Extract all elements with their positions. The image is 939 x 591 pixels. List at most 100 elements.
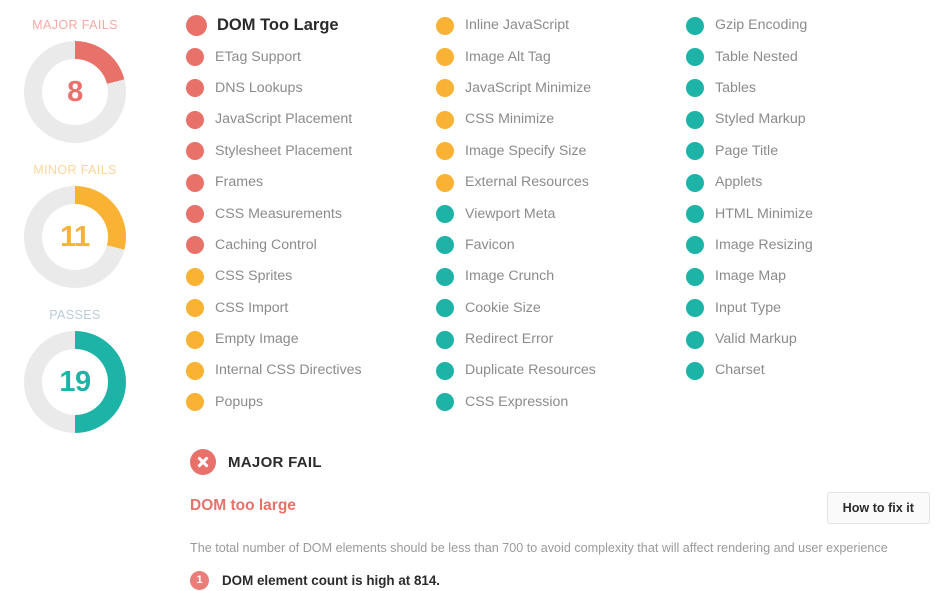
check-item-html-minimize[interactable]: HTML Minimize <box>686 198 939 229</box>
check-item-css-sprites[interactable]: CSS Sprites <box>186 261 436 292</box>
status-dot-yellow-icon <box>186 299 204 318</box>
check-item-label: Page Title <box>715 142 779 159</box>
donut-hole-minor-fails: 11 <box>42 204 108 270</box>
gauge-label-major-fails: MAJOR FAILS <box>32 18 118 32</box>
status-dot-red-icon <box>186 236 204 255</box>
checks-list: DOM Too Large ETag Support DNS Lookups Java… <box>186 10 939 418</box>
check-item-caching-control[interactable]: Caching Control <box>186 230 436 261</box>
check-item-label: Empty Image <box>215 331 299 348</box>
check-item-image-alt-tag[interactable]: Image Alt Tag <box>436 41 686 72</box>
check-item-label: Frames <box>215 174 264 191</box>
check-item-input-type[interactable]: Input Type <box>686 293 939 324</box>
check-item-css-minimize[interactable]: CSS Minimize <box>436 104 686 135</box>
check-item-external-resources[interactable]: External Resources <box>436 167 686 198</box>
status-dot-red-icon <box>186 205 204 224</box>
status-dot-teal-icon <box>686 299 704 318</box>
check-item-label: Duplicate Resources <box>465 362 596 379</box>
check-item-image-specify-size[interactable]: Image Specify Size <box>436 136 686 167</box>
status-dot-teal-icon <box>436 393 454 412</box>
check-item-label: External Resources <box>465 174 589 191</box>
check-item-dns-lookups[interactable]: DNS Lookups <box>186 73 436 104</box>
finding-item: 1 DOM element count is high at 814. <box>190 570 930 590</box>
check-item-label: Valid Markup <box>715 331 797 348</box>
check-item-valid-markup[interactable]: Valid Markup <box>686 324 939 355</box>
check-item-label: Cookie Size <box>465 299 541 316</box>
check-item-tables[interactable]: Tables <box>686 73 939 104</box>
check-item-internal-css-directives[interactable]: Internal CSS Directives <box>186 355 436 386</box>
check-item-label: JavaScript Placement <box>215 111 353 128</box>
check-item-viewport-meta[interactable]: Viewport Meta <box>436 198 686 229</box>
check-item-label: CSS Expression <box>465 393 569 410</box>
status-dot-yellow-icon <box>436 79 454 98</box>
check-item-empty-image[interactable]: Empty Image <box>186 324 436 355</box>
check-item-label: DNS Lookups <box>215 79 303 96</box>
check-item-javascript-minimize[interactable]: JavaScript Minimize <box>436 73 686 104</box>
check-item-label: Styled Markup <box>715 111 806 128</box>
check-item-label: Charset <box>715 362 765 379</box>
donut-value-major-fails: 8 <box>67 75 83 108</box>
check-item-label: CSS Sprites <box>215 268 293 285</box>
status-dot-red-icon <box>186 142 204 161</box>
check-item-cookie-size[interactable]: Cookie Size <box>436 293 686 324</box>
gauge-passes: PASSES 19 <box>0 308 150 433</box>
status-dot-red-icon <box>186 48 204 67</box>
check-item-label: DOM Too Large <box>217 15 339 34</box>
check-item-image-resizing[interactable]: Image Resizing <box>686 230 939 261</box>
check-item-css-measurements[interactable]: CSS Measurements <box>186 198 436 229</box>
check-item-label: Input Type <box>715 299 781 316</box>
donut-value-passes: 19 <box>59 365 91 398</box>
check-item-duplicate-resources[interactable]: Duplicate Resources <box>436 355 686 386</box>
status-dot-yellow-icon <box>436 173 454 192</box>
check-item-image-crunch[interactable]: Image Crunch <box>436 261 686 292</box>
donut-hole-passes: 19 <box>42 349 108 415</box>
gauge-label-minor-fails: MINOR FAILS <box>33 163 117 177</box>
check-item-inline-javascript[interactable]: Inline JavaScript <box>436 10 686 41</box>
status-dot-yellow-icon <box>436 16 454 35</box>
status-dot-red-icon <box>186 110 204 129</box>
status-dot-red-icon <box>186 173 204 192</box>
check-item-css-import[interactable]: CSS Import <box>186 293 436 324</box>
check-item-label: Internal CSS Directives <box>215 362 362 379</box>
checks-column-3: Gzip Encoding Table Nested Tables Styled Ma… <box>686 10 939 418</box>
check-item-charset[interactable]: Charset <box>686 355 939 386</box>
status-dot-yellow-icon <box>186 361 204 380</box>
gauge-label-passes: PASSES <box>49 308 101 322</box>
detail-severity-label: MAJOR FAIL <box>228 453 322 471</box>
check-item-javascript-placement[interactable]: JavaScript Placement <box>186 104 436 135</box>
checks-column-2: Inline JavaScript Image Alt Tag JavaScript… <box>436 10 686 418</box>
check-item-favicon[interactable]: Favicon <box>436 230 686 261</box>
check-item-label: Table Nested <box>715 48 798 65</box>
check-item-etag-support[interactable]: ETag Support <box>186 41 436 72</box>
check-item-label: Image Map <box>715 268 786 285</box>
check-item-label: Image Crunch <box>465 268 555 285</box>
check-item-dom-too-large[interactable]: DOM Too Large <box>186 10 436 41</box>
status-dot-teal-icon <box>686 48 704 67</box>
check-item-image-map[interactable]: Image Map <box>686 261 939 292</box>
check-item-css-expression[interactable]: CSS Expression <box>436 387 686 418</box>
check-item-redirect-error[interactable]: Redirect Error <box>436 324 686 355</box>
check-item-applets[interactable]: Applets <box>686 167 939 198</box>
check-item-gzip-encoding[interactable]: Gzip Encoding <box>686 10 939 41</box>
check-item-styled-markup[interactable]: Styled Markup <box>686 104 939 135</box>
check-item-label: Stylesheet Placement <box>215 142 353 159</box>
gauge-minor-fails: MINOR FAILS 11 <box>0 163 150 288</box>
check-item-page-title[interactable]: Page Title <box>686 136 939 167</box>
check-item-label: JavaScript Minimize <box>465 79 592 96</box>
donut-chart-major-fails: 8 <box>24 41 126 143</box>
how-to-fix-it-button[interactable]: How to fix it <box>826 492 930 524</box>
finding-text: DOM element count is high at 814. <box>222 572 441 588</box>
findings-list: 1 DOM element count is high at 814. <box>190 570 930 590</box>
check-item-table-nested[interactable]: Table Nested <box>686 41 939 72</box>
check-item-label: Applets <box>715 174 763 191</box>
status-dot-yellow-icon <box>436 142 454 161</box>
status-dot-teal-icon <box>686 205 704 224</box>
check-item-popups[interactable]: Popups <box>186 387 436 418</box>
status-dot-teal-icon <box>686 173 704 192</box>
check-item-label: Favicon <box>465 236 515 253</box>
check-item-stylesheet-placement[interactable]: Stylesheet Placement <box>186 136 436 167</box>
check-item-label: HTML Minimize <box>715 205 814 222</box>
detail-description: The total number of DOM elements should … <box>190 541 888 555</box>
status-dot-yellow-icon <box>436 48 454 67</box>
detail-severity-row: MAJOR FAIL <box>190 449 930 475</box>
check-item-frames[interactable]: Frames <box>186 167 436 198</box>
